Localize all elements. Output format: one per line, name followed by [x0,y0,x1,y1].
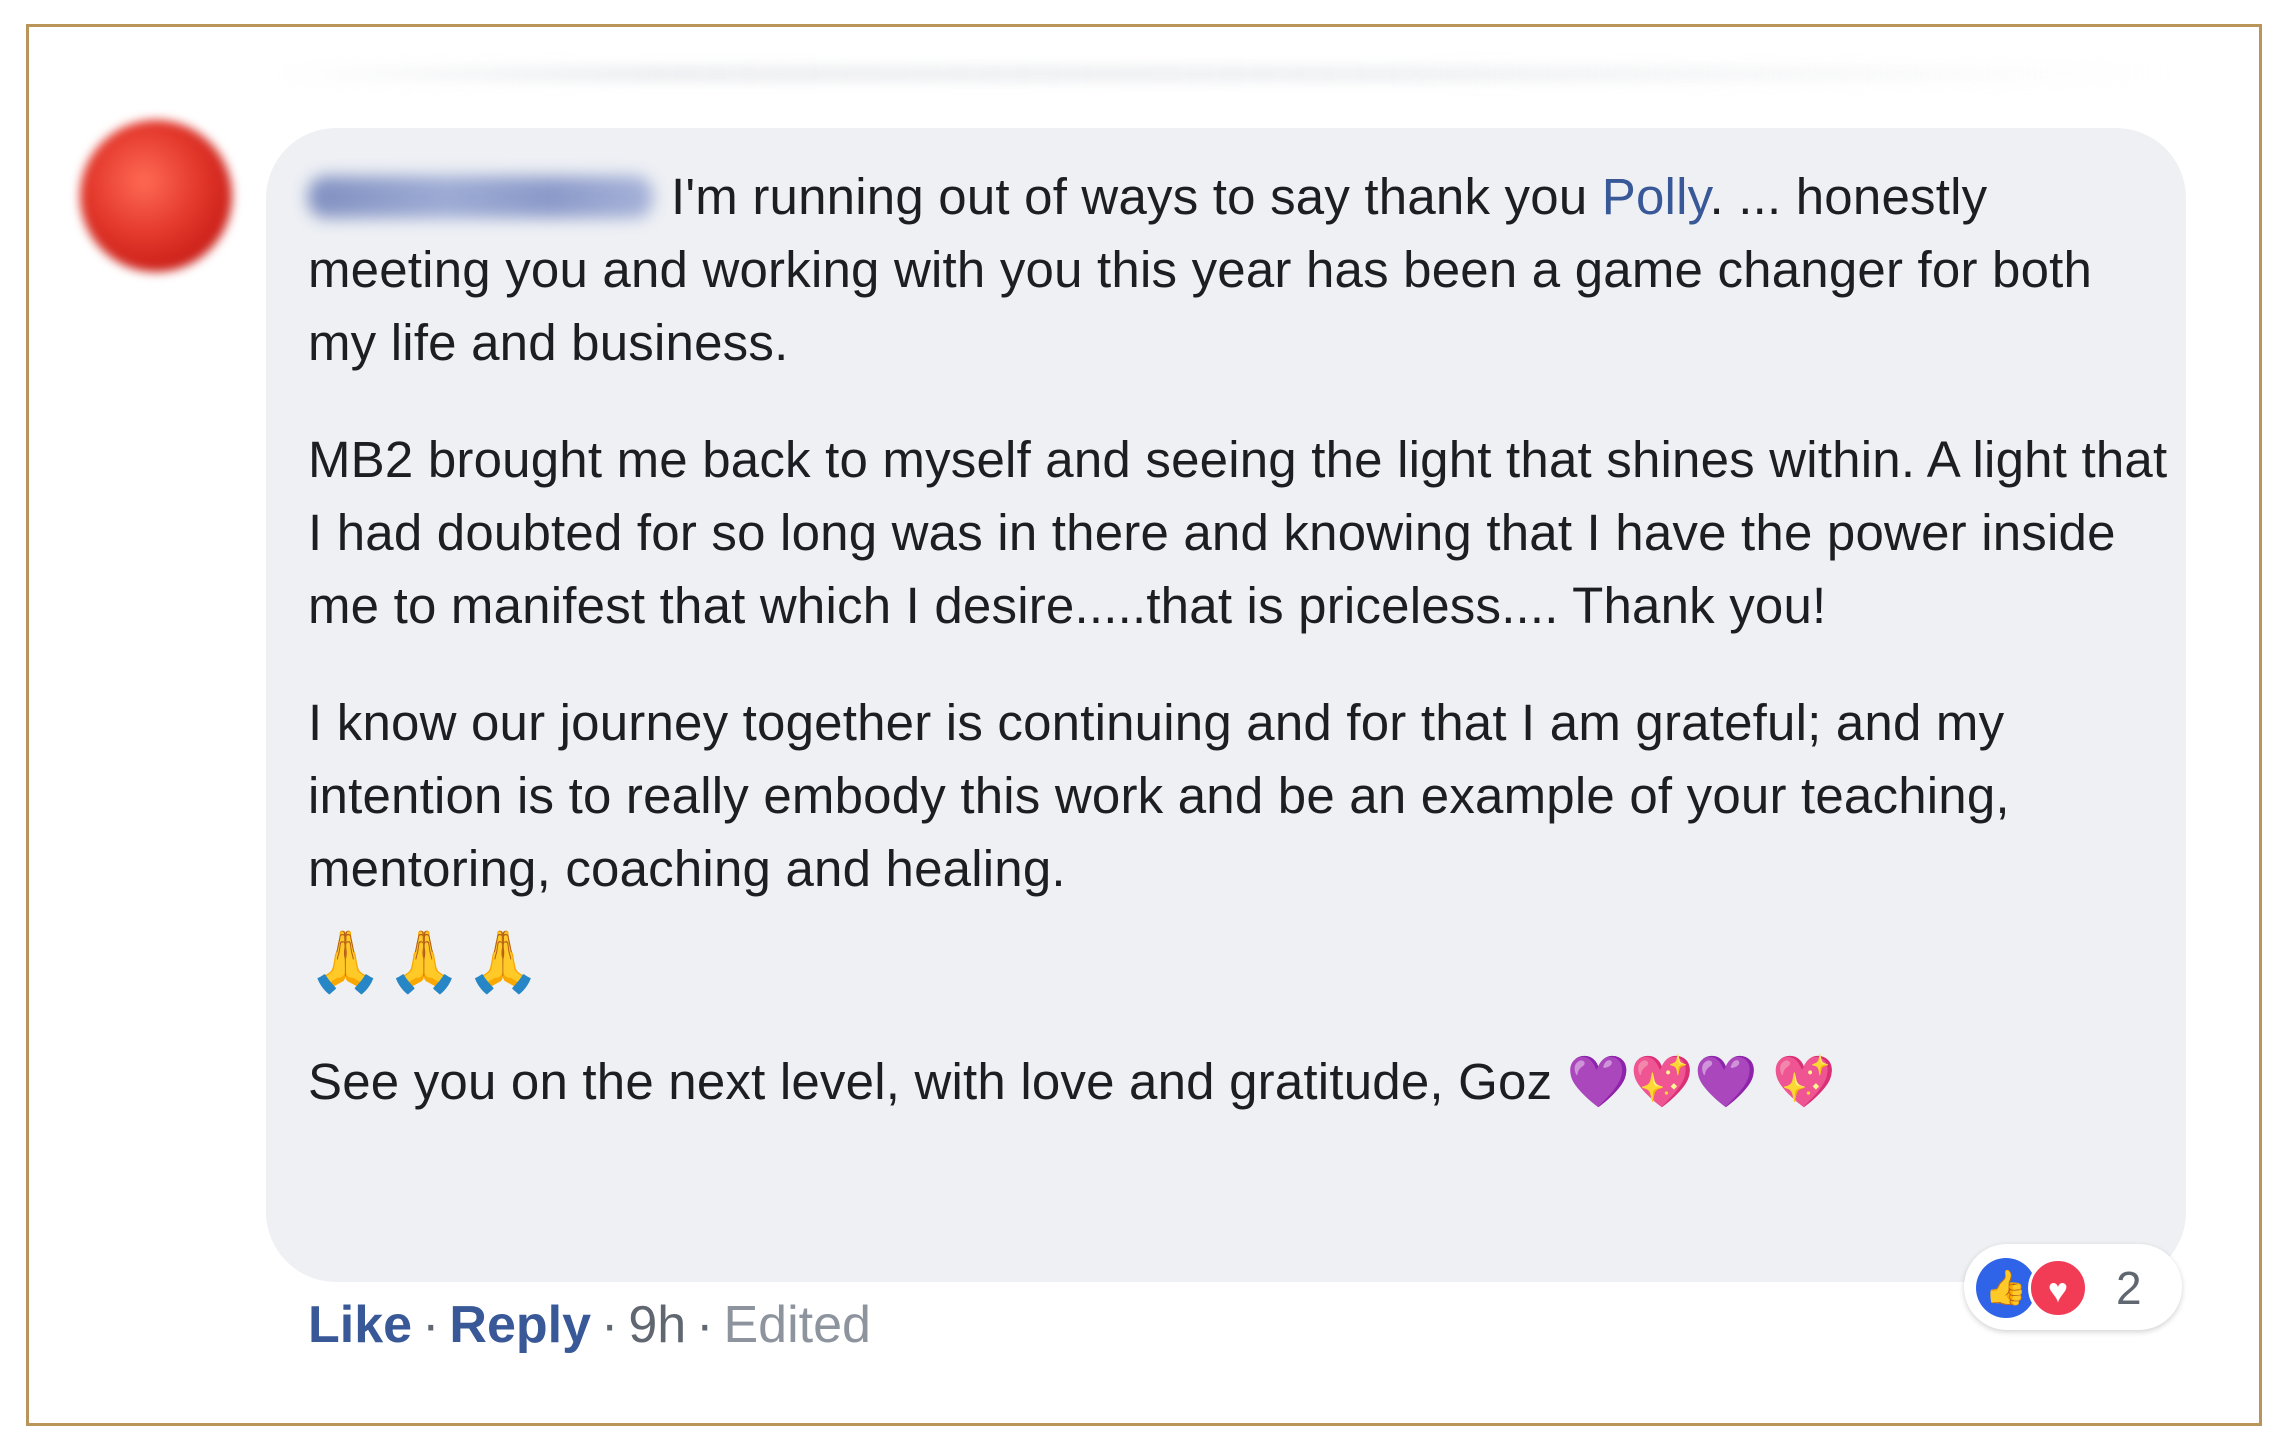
prayer-emoji-row: 🙏🙏🙏 [308,919,2168,1005]
separator: · [422,1296,440,1354]
author-name-blurred[interactable] [308,176,653,218]
purple-heart-icon: 💜 [1694,1053,1758,1110]
like-reaction-icon: 👍 [1976,1258,2036,1318]
sparkling-heart-icon: 💖 [1772,1053,1836,1110]
paragraph-1-lead: I'm running out of ways to say thank you [671,168,1602,225]
reaction-count: 2 [2116,1262,2142,1314]
purple-heart-icon: 💜 [1566,1053,1631,1110]
comment-paragraph-3: I know our journey together is continuin… [308,694,2010,897]
mention-polly[interactable]: Polly [1602,168,1710,225]
folded-hands-icon: 🙏 [386,928,462,995]
paragraph-4-text: See you on the next level, with love and… [308,1053,1567,1110]
reaction-summary[interactable]: 👍 ♥ 2 [1964,1244,2182,1330]
comment-actions: Like · Reply · 9h · Edited [308,1290,871,1360]
comment-paragraph-1: I'm running out of ways to say thank you… [308,160,2168,379]
comment-paragraph-2: MB2 brought me back to myself and seeing… [308,431,2168,634]
reply-button[interactable]: Reply [449,1296,591,1354]
folded-hands-icon: 🙏 [465,928,541,995]
folded-hands-icon: 🙏 [308,928,383,995]
previous-comment-fade [270,66,2170,82]
edited-label[interactable]: Edited [724,1296,871,1354]
user-avatar[interactable] [80,120,232,272]
sparkling-heart-icon: 💖 [1630,1053,1695,1110]
comment-paragraph-4: See you on the next level, with love and… [308,1045,2168,1118]
comment-body: I'm running out of ways to say thank you… [308,160,2168,1162]
separator: · [696,1296,714,1354]
separator: · [601,1296,619,1354]
like-button[interactable]: Like [308,1296,412,1354]
love-reaction-icon: ♥ [2028,1258,2088,1318]
timestamp[interactable]: 9h [628,1296,686,1354]
